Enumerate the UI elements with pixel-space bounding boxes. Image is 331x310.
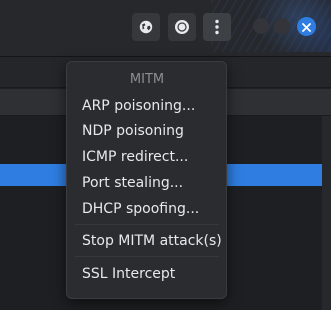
menu-item-port-stealing[interactable]: Port stealing... bbox=[82, 174, 183, 192]
menu-item-ssl-intercept[interactable]: SSL Intercept bbox=[82, 265, 175, 283]
globe-button[interactable] bbox=[132, 13, 160, 41]
maximize-button[interactable] bbox=[274, 18, 290, 34]
menu-button[interactable] bbox=[203, 13, 231, 41]
menu-separator bbox=[75, 224, 219, 225]
close-icon bbox=[302, 17, 311, 36]
minimize-button[interactable] bbox=[253, 18, 269, 34]
header-bar bbox=[0, 0, 331, 57]
menu-section-title: MITM bbox=[129, 72, 165, 87]
menu-item-stop-mitm[interactable]: Stop MITM attack(s) bbox=[82, 232, 222, 250]
mitm-dropdown-menu: MITM ARP poisoning... NDP poisoning ICMP… bbox=[66, 61, 227, 299]
menu-item-dhcp-spoofing[interactable]: DHCP spoofing... bbox=[82, 200, 199, 218]
stop-button[interactable] bbox=[168, 13, 196, 41]
menu-item-ndp-poisoning[interactable]: NDP poisoning bbox=[82, 122, 184, 140]
menu-item-arp-poisoning[interactable]: ARP poisoning... bbox=[82, 97, 195, 115]
menu-separator bbox=[75, 256, 219, 257]
menu-item-icmp-redirect[interactable]: ICMP redirect... bbox=[82, 148, 188, 166]
globe-icon bbox=[139, 20, 153, 34]
vertical-dots-icon bbox=[214, 19, 220, 35]
stop-circle-icon bbox=[174, 19, 190, 35]
list-scrollbar[interactable] bbox=[322, 116, 331, 310]
close-button[interactable] bbox=[297, 17, 316, 36]
